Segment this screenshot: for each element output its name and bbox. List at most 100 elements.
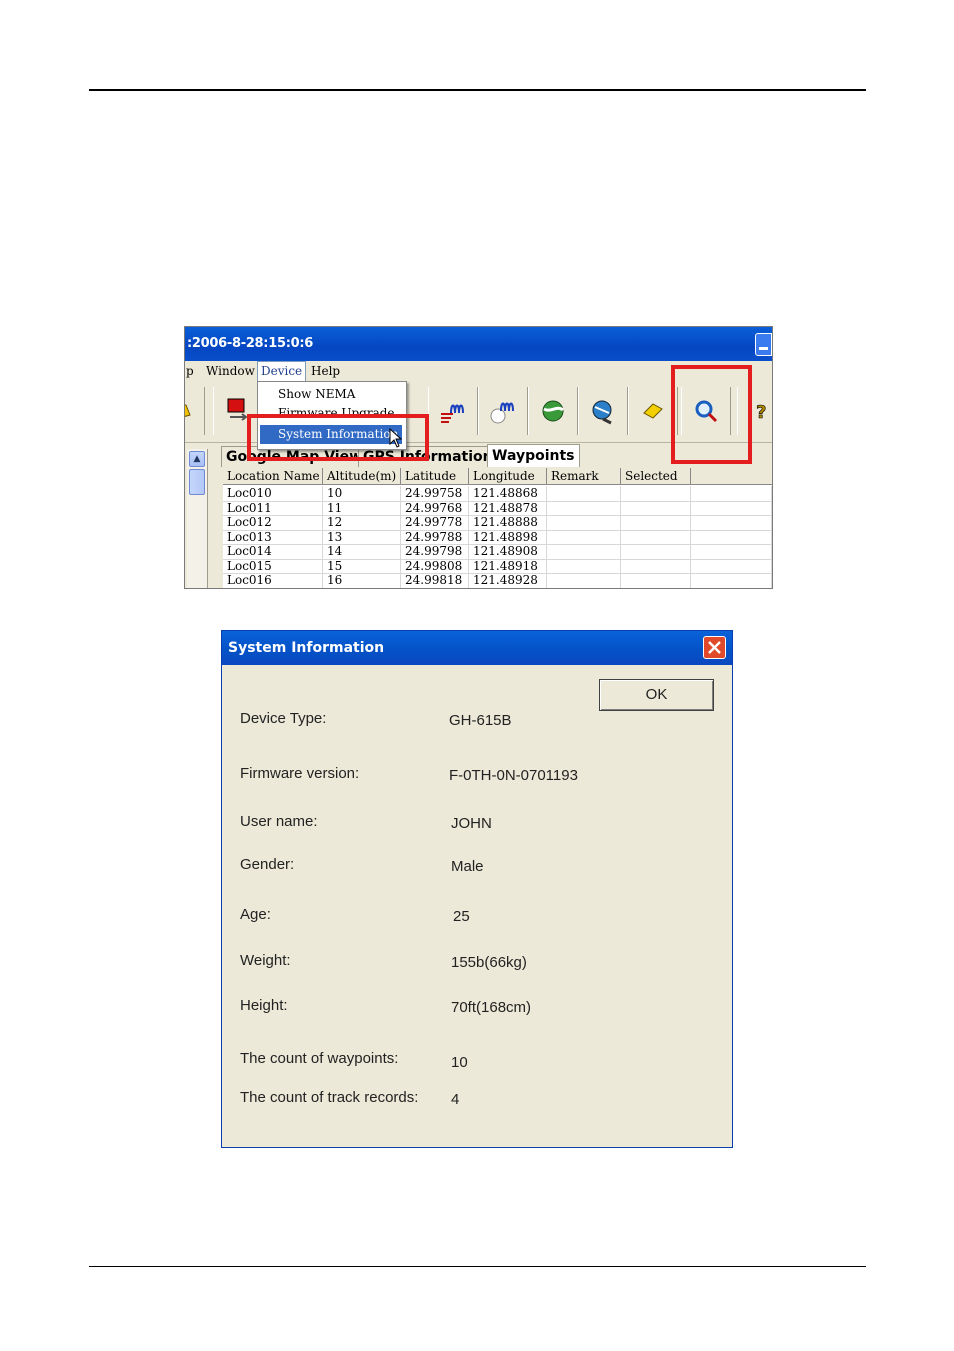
minimize-button[interactable] [755,333,772,356]
table-cell [547,573,621,588]
table-cell: Loc010 [223,486,323,501]
table-cell [621,558,691,573]
scroll-thumb[interactable] [189,469,205,495]
close-button[interactable] [703,636,726,659]
track-records-count-label: The count of track records: [240,1089,419,1106]
table-header: Location Name Altitude(m) Latitude Longi… [223,468,772,485]
table-cell: 11 [323,500,401,515]
table-cell [691,486,772,501]
gender-value: Male [451,858,484,875]
dialog-title: System Information [228,640,385,656]
waypoints-table: Location Name Altitude(m) Latitude Longi… [223,468,772,588]
svg-text:?: ? [756,402,766,423]
column-header-empty [691,468,772,485]
table-cell: 15 [323,558,401,573]
globe-icon[interactable] [528,387,578,435]
highlight-box-system-info-tool [671,365,752,464]
table-cell: 24.99778 [401,515,469,530]
table-row[interactable]: Loc010 10 24.99758 121.48868 [223,486,772,502]
table-cell [621,500,691,515]
table-row[interactable]: Loc014 14 24.99798 121.48908 [223,544,772,560]
table-cell: 24.99788 [401,529,469,544]
height-label: Height: [240,997,288,1014]
table-cell: 121.48888 [469,515,547,530]
firmware-version-value: F-0TH-0N-0701193 [449,767,578,784]
table-cell: 121.48868 [469,486,547,501]
menu-item-show-nema[interactable]: Show NEMA [260,385,402,404]
menu-truncated[interactable]: p [185,361,197,381]
globe-search-icon[interactable] [578,387,628,435]
left-panel-scrollbar[interactable]: ▲ [187,449,208,588]
page-top-rule [89,89,866,91]
table-cell [621,573,691,588]
column-header[interactable]: Altitude(m) [323,468,401,485]
table-cell: 24.99798 [401,544,469,559]
table-cell [547,544,621,559]
table-cell: 121.48928 [469,573,547,588]
column-header[interactable]: Location Name [223,468,323,485]
track-upload-icon[interactable] [428,387,478,435]
gender-label: Gender: [240,856,295,873]
scroll-up-icon[interactable]: ▲ [189,451,205,467]
table-cell: 24.99808 [401,558,469,573]
firmware-version-label: Firmware version: [240,765,360,782]
app-window: :2006-8-28:15:0:6 p Window Device Help ?… [184,326,773,589]
table-cell [547,515,621,530]
page-bottom-rule [89,1266,866,1267]
table-cell: 24.99768 [401,500,469,515]
table-cell: Loc014 [223,544,323,559]
table-row[interactable]: Loc011 11 24.99768 121.48878 [223,500,772,516]
track-clock-icon[interactable] [478,387,528,435]
menu-window[interactable]: Window [203,361,258,381]
column-header[interactable]: Longitude [469,468,547,485]
app-title: :2006-8-28:15:0:6 [187,336,313,351]
table-cell [547,558,621,573]
table-cell [691,515,772,530]
column-header[interactable]: Latitude [401,468,469,485]
table-cell: 24.99758 [401,486,469,501]
menu-help[interactable]: Help [308,361,343,381]
table-cell [621,515,691,530]
table-cell: Loc016 [223,573,323,588]
table-cell [691,544,772,559]
app-title-bar: :2006-8-28:15:0:6 [185,327,772,361]
table-cell: 10 [323,486,401,501]
table-row[interactable]: Loc013 13 24.99788 121.48898 [223,529,772,545]
column-header[interactable]: Selected [621,468,691,485]
table-cell [691,558,772,573]
device-type-label: Device Type: [240,710,327,727]
mouse-cursor-icon [389,428,403,448]
track-records-count-value: 4 [451,1091,460,1108]
height-value: 70ft(168cm) [451,999,532,1016]
dialog-title-bar: System Information [222,631,732,665]
table-cell: 16 [323,573,401,588]
table-cell: Loc011 [223,500,323,515]
table-row[interactable]: Loc016 16 24.99818 121.48928 [223,573,772,588]
table-cell: 24.99818 [401,573,469,588]
user-name-label: User name: [240,813,318,830]
age-label: Age: [240,906,271,923]
table-cell [547,529,621,544]
menu-device[interactable]: Device [257,361,307,381]
table-cell: Loc012 [223,515,323,530]
table-row[interactable]: Loc012 12 24.99778 121.48888 [223,515,772,531]
system-information-dialog: System Information OK Device Type: GH-61… [221,630,733,1148]
weight-label: Weight: [240,952,291,969]
table-cell: Loc015 [223,558,323,573]
tab-waypoints[interactable]: Waypoints [487,444,580,467]
user-name-value: JOHN [451,815,492,832]
folder-icon[interactable] [185,387,205,435]
table-cell [691,573,772,588]
table-row[interactable]: Loc015 15 24.99808 121.48918 [223,558,772,574]
table-cell [547,500,621,515]
table-cell [691,500,772,515]
table-cell [691,529,772,544]
table-cell: 121.48908 [469,544,547,559]
ok-button[interactable]: OK [599,679,714,711]
column-header[interactable]: Remark [547,468,621,485]
age-value: 25 [453,908,470,925]
table-cell: 121.48918 [469,558,547,573]
table-cell [621,544,691,559]
table-cell: 13 [323,529,401,544]
table-cell: 121.48878 [469,500,547,515]
